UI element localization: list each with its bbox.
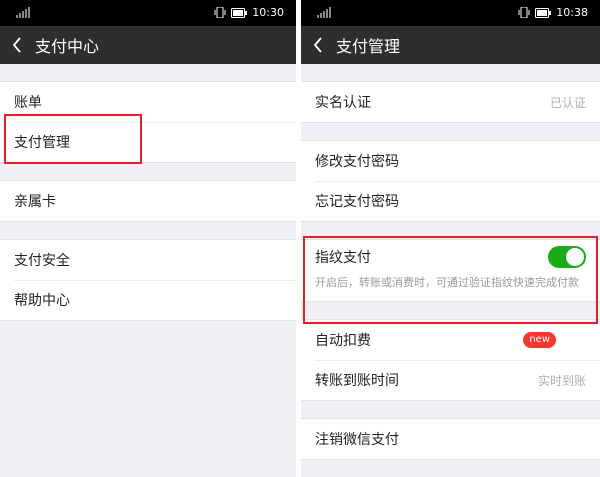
menu-item-cancel-wechat-pay[interactable]: 注销微信支付 <box>301 419 600 459</box>
menu-item-label: 支付管理 <box>14 135 70 151</box>
nav-bar: 支付管理 <box>301 26 600 64</box>
menu-item-label: 修改支付密码 <box>315 154 399 170</box>
phone-screen-payment-center: 10:30 支付中心 账单 支付管理 亲属卡 支付安全 帮助中心 <box>0 0 296 477</box>
back-button[interactable] <box>303 26 333 64</box>
settings-group: 实名认证 已认证 <box>301 81 600 123</box>
menu-item-payment-management[interactable]: 支付管理 <box>0 122 296 162</box>
status-time: 10:38 <box>556 6 588 19</box>
signal-icon <box>317 7 331 18</box>
vibrate-icon <box>214 7 226 18</box>
menu-item-label: 亲属卡 <box>14 194 56 210</box>
settings-group: 亲属卡 <box>0 180 296 222</box>
battery-icon <box>231 7 248 18</box>
menu-item-transfer-time[interactable]: 转账到账时间 实时到账 <box>301 360 600 400</box>
menu-item-label: 忘记支付密码 <box>315 194 399 210</box>
page-title: 支付中心 <box>35 37 100 56</box>
vibrate-icon <box>518 7 530 18</box>
back-arrow-icon <box>313 37 322 53</box>
fingerprint-toggle[interactable] <box>548 246 586 268</box>
fingerprint-description: 开启后，转账或消费时，可通过验证指纹快速完成付款 <box>301 274 600 301</box>
status-time: 10:30 <box>252 6 284 19</box>
new-badge: new <box>523 332 556 348</box>
menu-item-label: 转账到账时间 <box>315 373 399 389</box>
settings-group: 注销微信支付 <box>301 418 600 460</box>
menu-item-forgot-password[interactable]: 忘记支付密码 <box>301 181 600 221</box>
transfer-time-value: 实时到账 <box>537 373 586 388</box>
menu-item-label: 指纹支付 <box>315 250 371 266</box>
settings-group: 修改支付密码 忘记支付密码 <box>301 140 600 222</box>
menu-item-family-card[interactable]: 亲属卡 <box>0 181 296 221</box>
back-arrow-icon <box>12 37 21 53</box>
menu-item-label: 注销微信支付 <box>315 432 399 448</box>
signal-icon <box>16 7 30 18</box>
settings-group: 账单 支付管理 <box>0 81 296 163</box>
menu-item-payment-security[interactable]: 支付安全 <box>0 240 296 280</box>
battery-icon <box>535 7 552 18</box>
menu-item-auto-deduct[interactable]: 自动扣费 new <box>301 320 600 360</box>
settings-group: 自动扣费 new 转账到账时间 实时到账 <box>301 319 600 401</box>
menu-item-label: 账单 <box>14 95 42 111</box>
settings-group: 指纹支付 开启后，转账或消费时，可通过验证指纹快速完成付款 <box>301 239 600 302</box>
menu-item-real-name-verification[interactable]: 实名认证 已认证 <box>301 82 600 122</box>
phone-screen-payment-management: 10:38 支付管理 实名认证 已认证 修改支付密码 忘记支付密码 指纹支付 开… <box>301 0 600 477</box>
menu-item-fingerprint-payment: 指纹支付 <box>301 240 600 274</box>
menu-item-label: 帮助中心 <box>14 293 70 309</box>
status-bar: 10:30 <box>0 0 296 26</box>
back-button[interactable] <box>2 26 32 64</box>
menu-item-bills[interactable]: 账单 <box>0 82 296 122</box>
menu-item-label: 自动扣费 <box>315 333 371 349</box>
menu-item-label: 支付安全 <box>14 253 70 269</box>
nav-bar: 支付中心 <box>0 26 296 64</box>
verification-status: 已认证 <box>549 95 586 110</box>
menu-item-label: 实名认证 <box>315 95 371 111</box>
status-bar: 10:38 <box>301 0 600 26</box>
page-title: 支付管理 <box>336 37 401 56</box>
menu-item-change-password[interactable]: 修改支付密码 <box>301 141 600 181</box>
menu-item-help-center[interactable]: 帮助中心 <box>0 280 296 320</box>
settings-group: 支付安全 帮助中心 <box>0 239 296 321</box>
